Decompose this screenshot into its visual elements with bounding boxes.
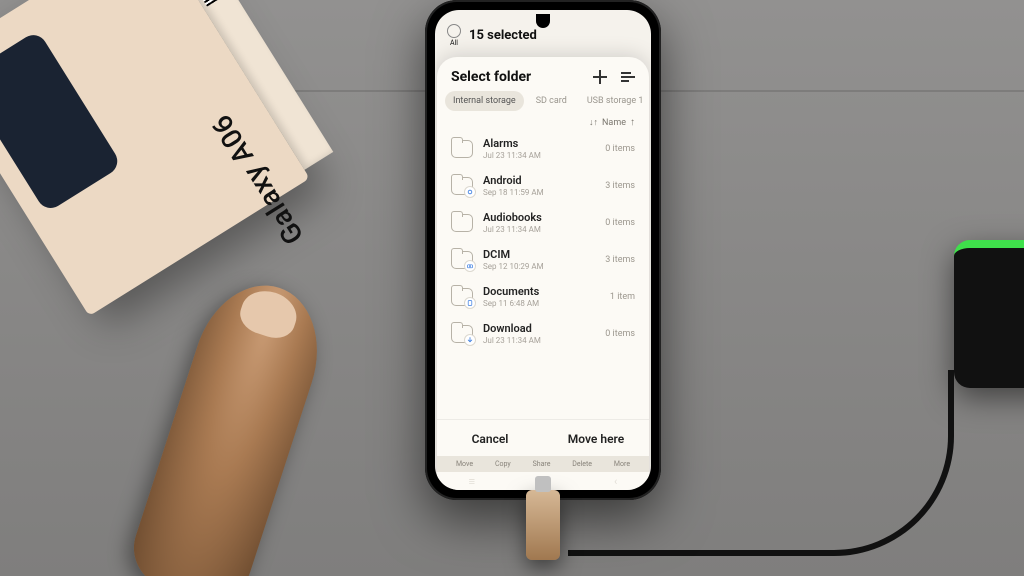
folder-meta: DocumentsSep 11 6:48 AM	[483, 285, 600, 308]
folder-item-count: 0 items	[605, 329, 635, 339]
bg-action: Delete	[572, 460, 592, 468]
folder-icon	[451, 251, 473, 269]
bg-action: Move	[456, 460, 473, 468]
new-folder-icon[interactable]	[593, 70, 607, 84]
sort-label: Name	[602, 118, 626, 128]
gear-badge-icon	[464, 186, 476, 198]
tab-sd-card[interactable]: SD card	[528, 91, 575, 111]
folder-icon	[451, 325, 473, 343]
folder-name: Audiobooks	[483, 211, 595, 224]
power-bank	[954, 240, 1024, 388]
panel-header-actions	[593, 70, 635, 84]
select-all-circle-icon	[447, 24, 461, 38]
folder-row[interactable]: AndroidSep 18 11:59 AM 3 items	[439, 167, 647, 204]
folder-row[interactable]: DownloadJul 23 11:34 AM 0 items	[439, 315, 647, 352]
bg-action: Share	[533, 460, 551, 468]
notch	[536, 14, 550, 28]
nav-back-icon[interactable]: ‹	[614, 475, 617, 488]
usb-adapter	[526, 490, 560, 560]
folder-item-count: 0 items	[605, 218, 635, 228]
folder-icon	[451, 140, 473, 158]
folder-item-count: 3 items	[605, 181, 635, 191]
bottom-action-bar: Cancel Move here	[437, 419, 649, 456]
tab-usb-storage[interactable]: USB storage 1	[579, 91, 651, 111]
tab-internal-storage[interactable]: Internal storage	[445, 91, 524, 111]
storage-tabs: Internal storage SD card USB storage 1	[437, 91, 649, 111]
down-badge-icon	[464, 334, 476, 346]
folder-item-count: 1 item	[610, 292, 635, 302]
folder-meta: AudiobooksJul 23 11:34 AM	[483, 211, 595, 234]
folder-name: DCIM	[483, 248, 595, 261]
folder-date: Jul 23 11:34 AM	[483, 336, 595, 345]
folder-icon	[451, 177, 473, 195]
folder-date: Jul 23 11:34 AM	[483, 151, 595, 160]
move-here-button[interactable]: Move here	[543, 420, 649, 456]
folder-row[interactable]: AlarmsJul 23 11:34 AM 0 items	[439, 130, 647, 167]
doc-badge-icon	[464, 297, 476, 309]
sort-icon: ↓↑	[589, 117, 598, 128]
folder-item-count: 3 items	[605, 255, 635, 265]
cancel-button[interactable]: Cancel	[437, 420, 543, 456]
sort-control[interactable]: ↓↑ Name ↑	[437, 111, 649, 130]
folder-name: Documents	[483, 285, 600, 298]
folder-row[interactable]: DCIMSep 12 10:29 AM 3 items	[439, 241, 647, 278]
folder-date: Sep 11 6:48 AM	[483, 299, 600, 308]
folder-meta: AndroidSep 18 11:59 AM	[483, 174, 595, 197]
folder-row[interactable]: DocumentsSep 11 6:48 AM 1 item	[439, 278, 647, 315]
background-action-strip: Move Copy Share Delete More	[437, 456, 649, 472]
panel-header: Select folder	[437, 57, 649, 91]
folder-date: Sep 12 10:29 AM	[483, 262, 595, 271]
bg-action: More	[614, 460, 630, 468]
bg-action: Copy	[495, 460, 511, 468]
folder-list: AlarmsJul 23 11:34 AM0 itemsAndroidSep 1…	[437, 130, 649, 419]
panel-title: Select folder	[451, 69, 531, 85]
select-folder-panel: Select folder Internal storage SD card U…	[437, 57, 649, 490]
sort-direction-icon: ↑	[630, 117, 635, 128]
nav-recents-icon[interactable]: ≡	[469, 475, 475, 488]
select-all-toggle[interactable]: All	[447, 24, 461, 47]
selected-count: 15 selected	[469, 28, 537, 43]
view-options-icon[interactable]	[621, 70, 635, 84]
folder-row[interactable]: AudiobooksJul 23 11:34 AM 0 items	[439, 204, 647, 241]
folder-name: Android	[483, 174, 595, 187]
folder-item-count: 0 items	[605, 144, 635, 154]
folder-date: Jul 23 11:34 AM	[483, 225, 595, 234]
folder-icon	[451, 214, 473, 232]
folder-name: Download	[483, 322, 595, 335]
folder-meta: AlarmsJul 23 11:34 AM	[483, 137, 595, 160]
box-phone-graphic	[0, 30, 123, 213]
folder-date: Sep 18 11:59 AM	[483, 188, 595, 197]
phone-screen: All 15 selected Select folder Internal s…	[435, 10, 651, 490]
folder-meta: DownloadJul 23 11:34 AM	[483, 322, 595, 345]
folder-name: Alarms	[483, 137, 595, 150]
folder-meta: DCIMSep 12 10:29 AM	[483, 248, 595, 271]
select-all-label: All	[450, 39, 458, 47]
folder-icon	[451, 288, 473, 306]
camera-badge-icon	[464, 260, 476, 272]
phone-body: All 15 selected Select folder Internal s…	[425, 0, 661, 500]
